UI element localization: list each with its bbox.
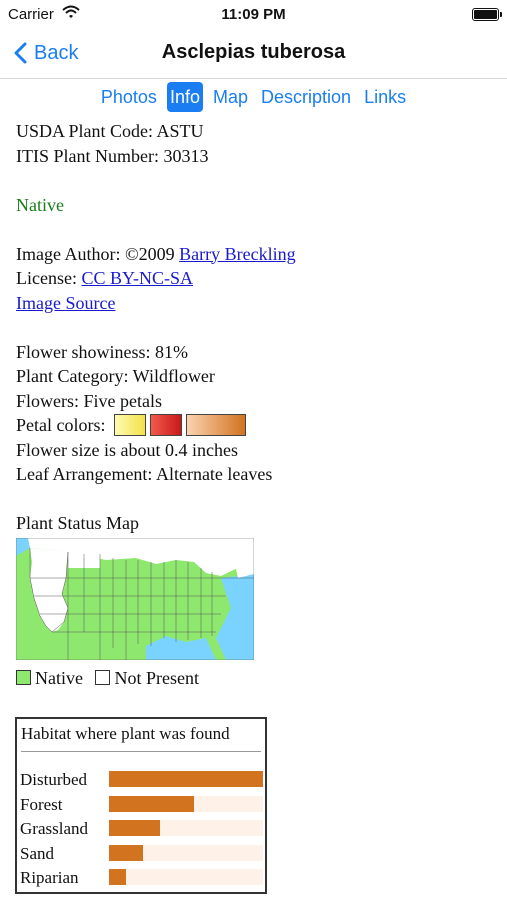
map-title: Plant Status Map (16, 513, 140, 534)
plant-status-map (16, 537, 254, 660)
category-label: Plant Category: (16, 366, 129, 386)
itis-number-value: 30313 (163, 145, 209, 166)
info-content: USDA Plant Code: ASTU ITIS Plant Number:… (16, 119, 496, 690)
habitat-bar-track (109, 869, 263, 885)
habitat-bar (109, 844, 143, 861)
habitat-row: Disturbed (17, 768, 265, 792)
tab-links[interactable]: Links (361, 82, 409, 112)
tab-photos[interactable]: Photos (98, 82, 160, 112)
navigation-bar: Back Asclepias tuberosa (0, 30, 507, 79)
habitat-bar (109, 771, 263, 787)
habitat-row: Sand (17, 842, 265, 866)
category-row: Plant Category: Wildflower (16, 364, 496, 389)
leaf-arrangement-value: Alternate leaves (155, 464, 273, 485)
status-bar: Carrier 11:09 PM (0, 0, 507, 30)
petal-color-yellow-swatch (113, 413, 146, 436)
license-link[interactable]: CC BY-NC-SA (81, 268, 193, 288)
habitat-label: Forest (20, 794, 63, 814)
habitat-title: Habitat where plant was found (21, 723, 261, 752)
habitat-bar-track (109, 771, 263, 787)
showiness-value: 81% (155, 341, 188, 362)
petal-color-orange-swatch (185, 413, 246, 436)
tab-map[interactable]: Map (210, 82, 251, 112)
flowers-value: Five petals (83, 390, 163, 411)
page-title: Asclepias tuberosa (161, 41, 346, 63)
legend-native-label: Native (35, 667, 83, 688)
petal-colors-label: Petal colors: (16, 415, 106, 435)
habitat-label: Riparian (20, 868, 79, 887)
habitat-bar (109, 820, 160, 836)
image-author-link[interactable]: Barry Breckling (179, 244, 295, 264)
showiness-row: Flower showiness: 81% (16, 340, 496, 365)
native-status: Native (16, 194, 64, 215)
clock: 11:09 PM (221, 6, 286, 23)
usda-code-value: ASTU (156, 121, 204, 141)
usda-code-label: USDA Plant Code: (16, 121, 154, 141)
battery-icon (472, 8, 502, 21)
usda-code-row: USDA Plant Code: ASTU (16, 119, 496, 144)
habitat-bar (109, 869, 126, 885)
habitat-label: Disturbed (20, 770, 88, 789)
habitat-row: Forest (17, 793, 265, 817)
legend-native-swatch (16, 670, 31, 686)
habitat-bar-track (109, 820, 263, 836)
category-value: Wildflower (132, 366, 215, 386)
flowers-label: Flowers: (16, 390, 79, 411)
habitat-bar-track (109, 844, 263, 861)
habitat-chart: Habitat where plant was found Disturbed … (15, 717, 267, 894)
legend-not-present-label: Not Present (114, 667, 199, 688)
itis-number-label: ITIS Plant Number: (16, 145, 159, 166)
tab-info[interactable]: Info (166, 82, 203, 112)
leaf-arrangement-label: Leaf Arrangement: (16, 464, 153, 485)
itis-number-row: ITIS Plant Number: 30313 (16, 144, 496, 169)
showiness-label: Flower showiness: (16, 341, 151, 362)
legend-not-present-swatch (95, 670, 111, 686)
image-author-row: Image Author: ©2009 Barry Breckling (16, 242, 496, 267)
habitat-bar-track (109, 795, 263, 812)
image-source-link[interactable]: Image Source (16, 293, 115, 313)
petal-colors-row: Petal colors: (16, 413, 496, 438)
image-author-label: Image Author: (16, 243, 121, 264)
license-label: License: (16, 268, 77, 288)
tab-description[interactable]: Description (258, 82, 354, 112)
map-legend: Native Not Present (16, 666, 496, 690)
habitat-bar (109, 795, 194, 812)
petal-color-red-swatch (149, 413, 182, 436)
habitat-label: Grassland (20, 819, 88, 838)
image-author-year: ©2009 (124, 243, 175, 264)
tab-bar: Photos Info Map Description Links (0, 82, 507, 114)
license-row: License: CC BY-NC-SA (16, 266, 496, 291)
leaf-arrangement-row: Leaf Arrangement: Alternate leaves (16, 462, 496, 487)
flower-size: Flower size is about 0.4 inches (16, 439, 238, 460)
habitat-row: Grassland (17, 817, 265, 841)
flowers-row: Flowers: Five petals (16, 389, 496, 414)
habitat-label: Sand (20, 843, 54, 863)
habitat-row: Riparian (17, 866, 265, 890)
